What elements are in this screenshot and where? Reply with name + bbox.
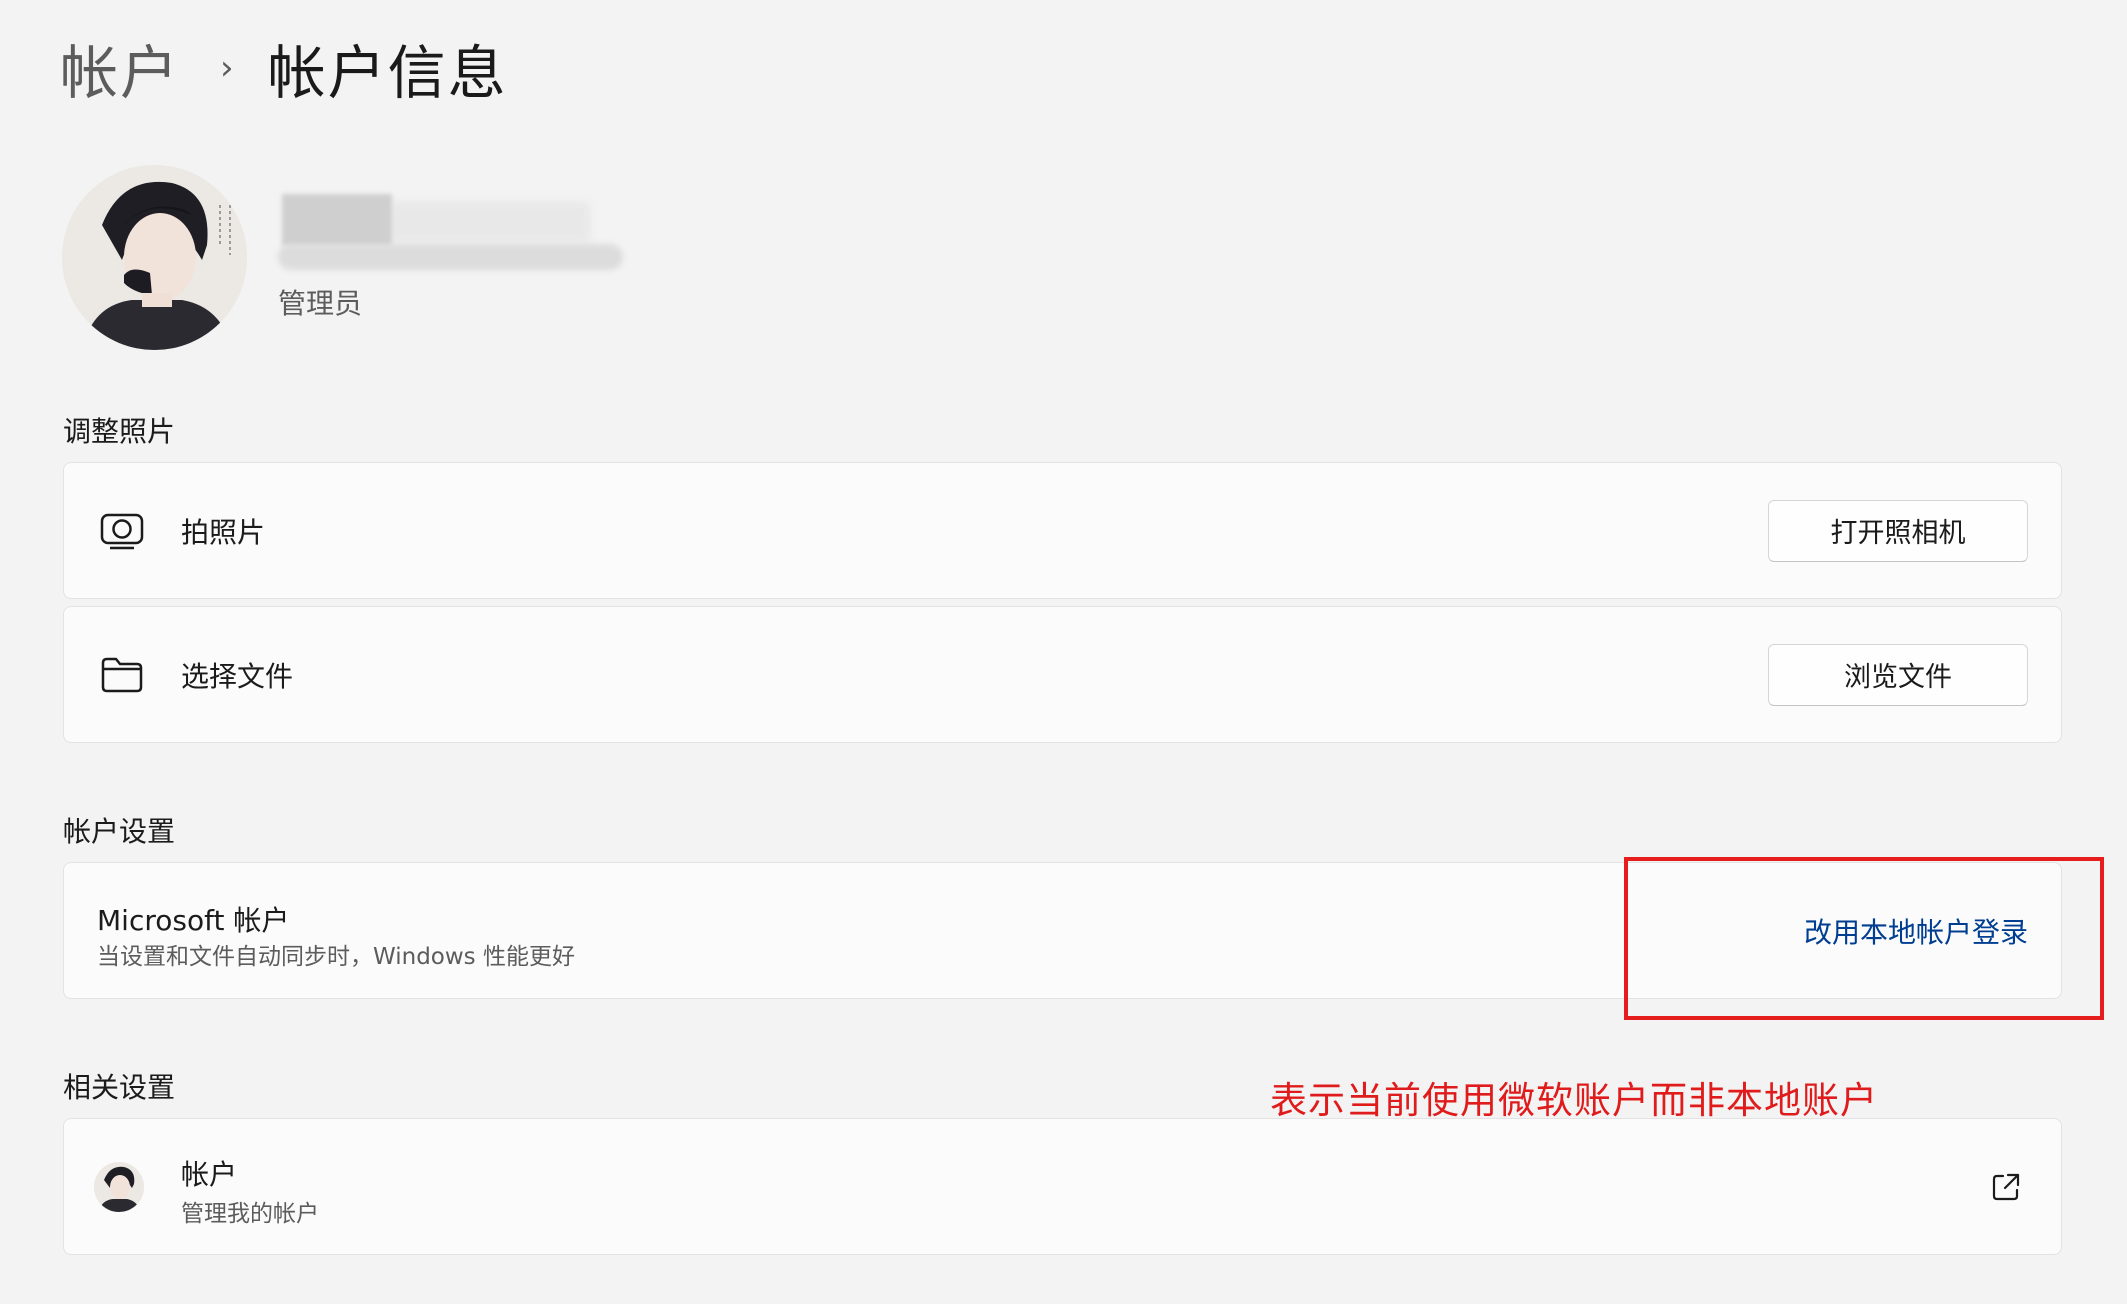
- account-role: 管理员: [278, 287, 363, 320]
- open-camera-button[interactable]: 打开照相机: [1768, 499, 2028, 562]
- avatar-icon: [94, 1161, 144, 1212]
- profile-photo-icon: [62, 165, 247, 350]
- account-link-title: 帐户: [181, 1158, 238, 1191]
- take-photo-label: 拍照片: [181, 515, 266, 549]
- camera-icon: [100, 513, 144, 549]
- section-title-account-settings: 帐户设置: [63, 815, 176, 848]
- related-account-card[interactable]: 帐户 管理我的帐户: [63, 1118, 2062, 1255]
- folder-icon: [101, 657, 143, 692]
- browse-files-button[interactable]: 浏览文件: [1768, 643, 2028, 706]
- annotation-text: 表示当前使用微软账户而非本地账户: [1270, 1079, 1878, 1122]
- profile-avatar: [62, 165, 247, 350]
- section-title-adjust-photo: 调整照片: [63, 415, 176, 448]
- account-link-subtitle: 管理我的帐户: [181, 1201, 319, 1227]
- section-title-related-settings: 相关设置: [63, 1071, 176, 1104]
- take-photo-card: 拍照片 打开照相机: [63, 462, 2062, 599]
- microsoft-account-subtitle: 当设置和文件自动同步时，Windows 性能更好: [97, 944, 575, 970]
- account-info-page: 帐户 › 帐户信息 管理员 调整照片 拍照片 打开照相机 选择文件 浏览文件 帐…: [0, 0, 2127, 1304]
- breadcrumb: 帐户 › 帐户信息: [60, 28, 508, 108]
- page-title: 帐户信息: [267, 39, 508, 107]
- breadcrumb-separator-icon: ›: [220, 48, 234, 88]
- microsoft-account-title: Microsoft 帐户: [97, 904, 290, 937]
- account-name-redacted: [278, 192, 628, 272]
- choose-file-card: 选择文件 浏览文件: [63, 606, 2062, 743]
- choose-file-label: 选择文件: [181, 659, 294, 693]
- external-link-icon[interactable]: [1991, 1172, 2021, 1202]
- annotation-highlight-box: [1624, 857, 2104, 1020]
- breadcrumb-parent[interactable]: 帐户: [60, 26, 180, 110]
- account-avatar-small: [94, 1161, 144, 1212]
